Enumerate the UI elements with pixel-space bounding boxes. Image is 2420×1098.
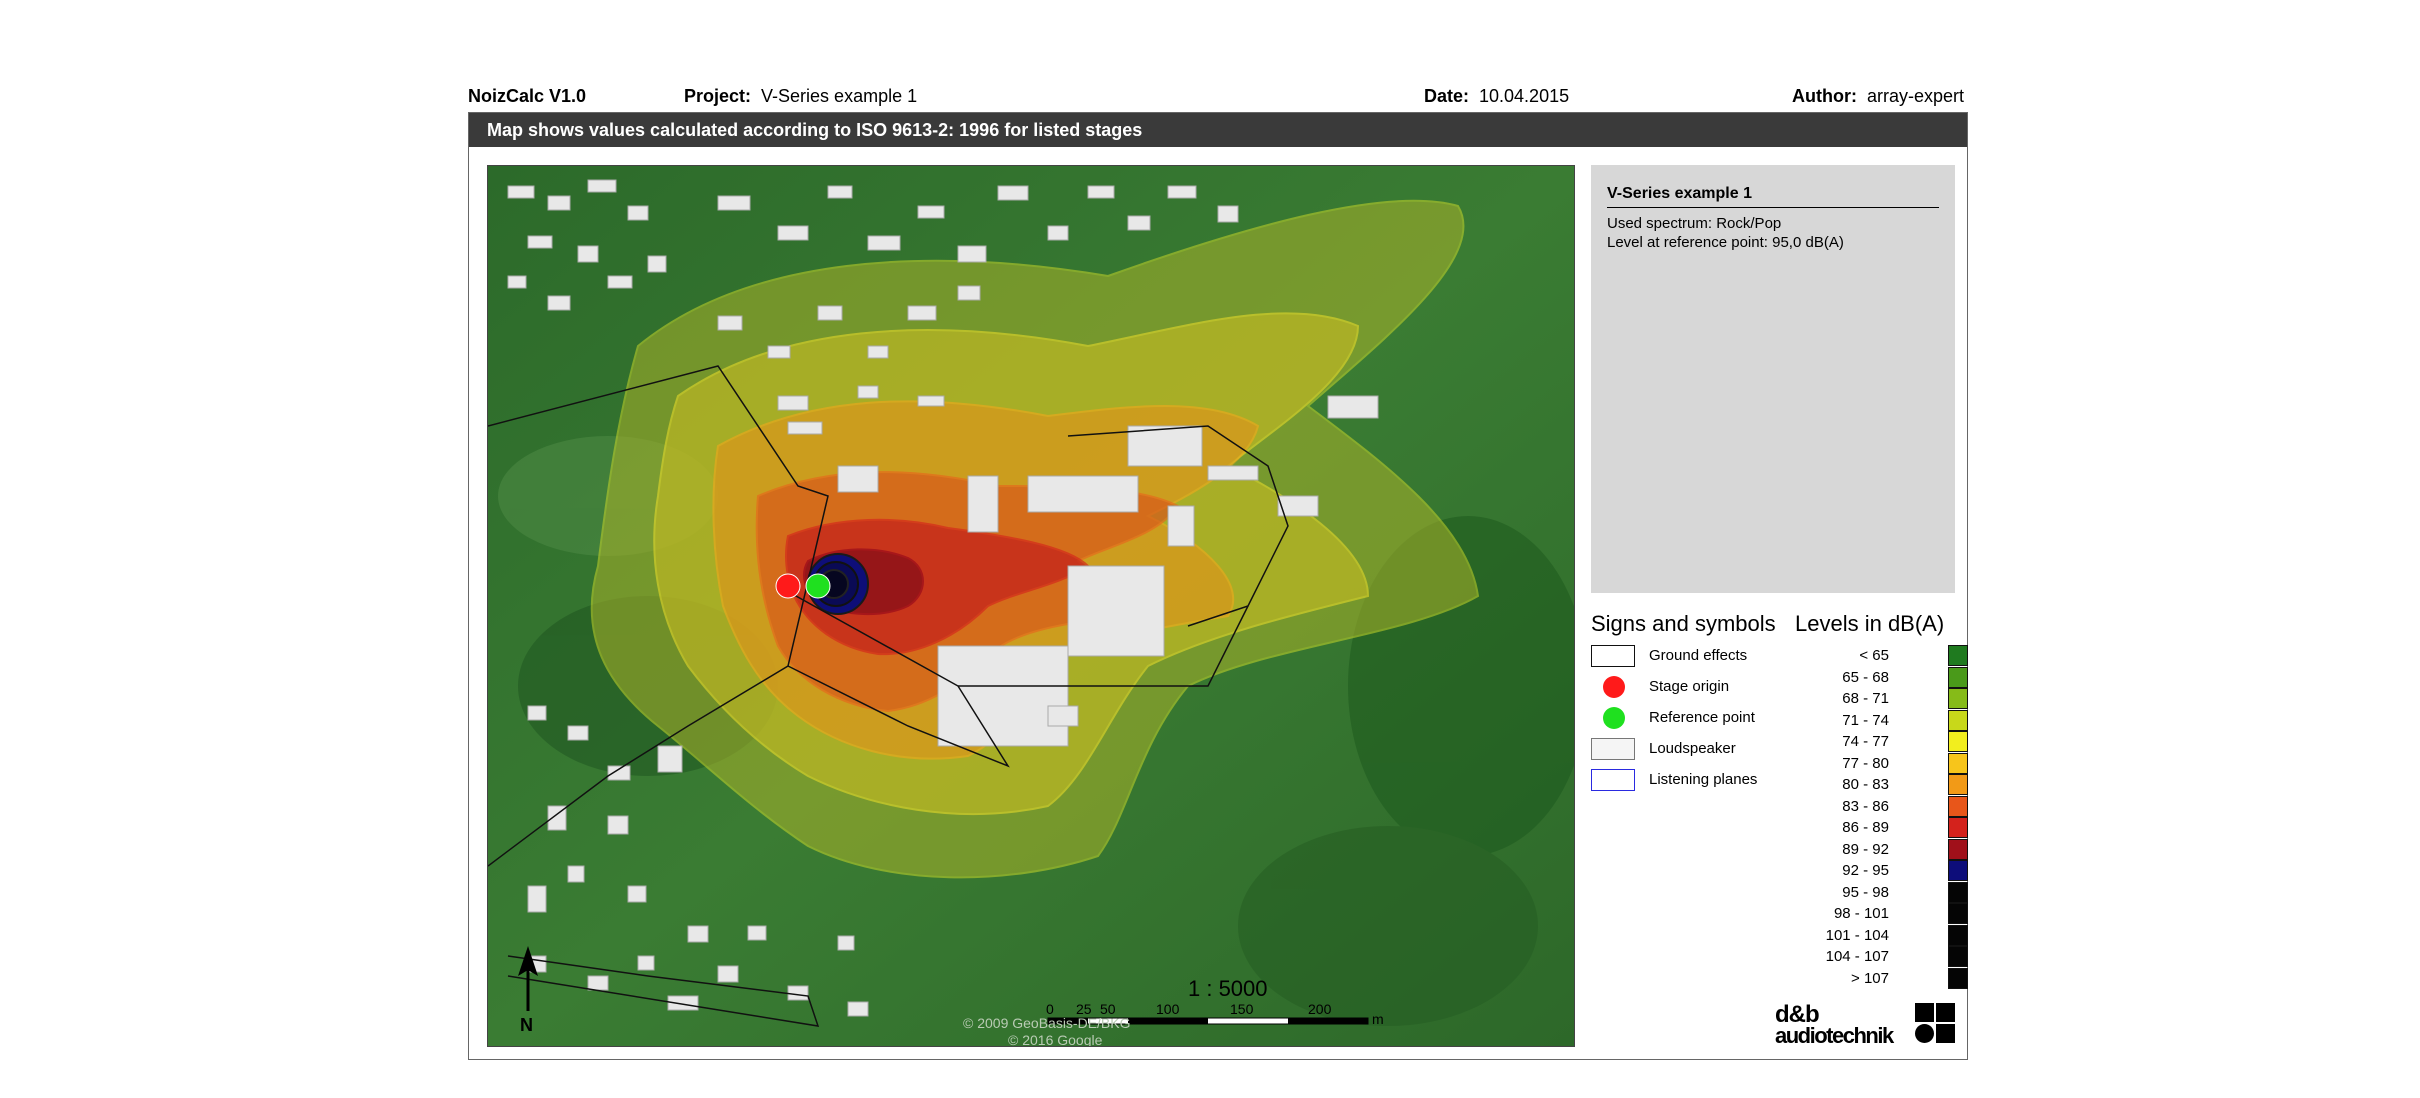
info-spectrum: Used spectrum: Rock/Pop bbox=[1607, 214, 1939, 233]
loudspeaker-label: Loudspeaker bbox=[1649, 740, 1736, 757]
info-reference: Level at reference point: 95,0 dB(A) bbox=[1607, 233, 1939, 252]
level-label: 77 - 80 bbox=[1842, 754, 1889, 772]
reference-label: Level at reference point: bbox=[1607, 234, 1768, 251]
date-field: Date: 10.04.2015 bbox=[1424, 86, 1569, 107]
author-field: Author: array-expert bbox=[1792, 86, 1964, 107]
level-label: 104 - 107 bbox=[1825, 948, 1889, 965]
level-label: 74 - 77 bbox=[1842, 733, 1889, 750]
level-label: 95 - 98 bbox=[1842, 883, 1889, 901]
level-swatch bbox=[1948, 752, 1968, 774]
author-label: Author: bbox=[1792, 86, 1857, 106]
level-swatch bbox=[1948, 774, 1968, 795]
stage-origin-label: Stage origin bbox=[1649, 678, 1730, 695]
scale-tick-200: 200 bbox=[1308, 1001, 1332, 1017]
reference-point-label: Reference point bbox=[1649, 709, 1755, 726]
scale-ratio: 1 : 5000 bbox=[1188, 976, 1268, 1001]
level-label: 83 - 86 bbox=[1842, 797, 1889, 815]
level-swatch bbox=[1948, 924, 1968, 946]
app-name: NoizCalc V1.0 bbox=[468, 86, 587, 106]
level-label: > 107 bbox=[1851, 969, 1889, 987]
scale-unit: m bbox=[1372, 1011, 1384, 1027]
level-swatch bbox=[1948, 817, 1968, 838]
level-label: 89 - 92 bbox=[1842, 840, 1889, 858]
level-label: 101 - 104 bbox=[1825, 926, 1889, 944]
copyright-geobasis: © 2009 GeoBasis-DE/BKG bbox=[963, 1015, 1131, 1031]
level-swatch bbox=[1948, 903, 1968, 924]
reference-point-swatch bbox=[1603, 707, 1625, 729]
project-value: V-Series example 1 bbox=[761, 86, 918, 106]
loudspeaker-swatch bbox=[1591, 738, 1635, 760]
info-title: V-Series example 1 bbox=[1607, 185, 1939, 208]
level-swatch bbox=[1948, 838, 1968, 860]
logo-mark-icon bbox=[1915, 1003, 1955, 1043]
level-label: 98 - 101 bbox=[1833, 905, 1889, 922]
noise-map[interactable]: N 1 : 5000 0 25 50 100 150 200 m © 2009 … bbox=[487, 165, 1575, 1047]
scale-tick-100: 100 bbox=[1156, 1001, 1180, 1017]
levels-title: Levels in dB(A) bbox=[1795, 611, 1945, 636]
level-swatch bbox=[1948, 688, 1968, 709]
symbols-title: Signs and symbols bbox=[1591, 611, 1776, 636]
reference-value: 95,0 dB(A) bbox=[1772, 234, 1844, 251]
level-label: 80 - 83 bbox=[1842, 776, 1889, 793]
listening-planes-label: Listening planes bbox=[1649, 771, 1758, 788]
level-swatch bbox=[1948, 860, 1968, 881]
level-label: 65 - 68 bbox=[1842, 668, 1889, 686]
level-label: 92 - 95 bbox=[1842, 862, 1889, 879]
spectrum-value: Rock/Pop bbox=[1716, 215, 1782, 232]
level-label: 71 - 74 bbox=[1842, 711, 1889, 729]
report-frame: Map shows values calculated according to… bbox=[468, 112, 1968, 1060]
north-label: N bbox=[520, 1015, 533, 1035]
banner: Map shows values calculated according to… bbox=[469, 113, 1967, 147]
level-swatch bbox=[1948, 795, 1968, 817]
level-swatch bbox=[1948, 967, 1968, 989]
map-canvas: N 1 : 5000 0 25 50 100 150 200 m © 2009 … bbox=[488, 166, 1574, 1047]
stage-origin-marker[interactable] bbox=[775, 573, 801, 599]
date-value: 10.04.2015 bbox=[1479, 86, 1570, 106]
author-value: array-expert bbox=[1866, 86, 1965, 106]
spectrum-label: Used spectrum: bbox=[1607, 215, 1713, 232]
copyright-google: © 2016 Google bbox=[1008, 1032, 1103, 1047]
level-label: 86 - 89 bbox=[1842, 819, 1889, 836]
level-swatch bbox=[1948, 666, 1968, 688]
level-label: 68 - 71 bbox=[1842, 690, 1889, 707]
level-label: < 65 bbox=[1859, 647, 1889, 664]
level-swatch bbox=[1948, 946, 1968, 967]
stage-origin-swatch bbox=[1603, 676, 1625, 698]
ground-effects-label: Ground effects bbox=[1649, 647, 1748, 664]
level-swatch bbox=[1948, 645, 1968, 666]
level-swatch bbox=[1948, 709, 1968, 731]
project-field: Project: V-Series example 1 bbox=[684, 86, 917, 107]
reference-point-marker[interactable] bbox=[805, 573, 831, 599]
ground-effects-swatch bbox=[1591, 645, 1635, 667]
level-swatch bbox=[1948, 731, 1968, 752]
date-label: Date: bbox=[1424, 86, 1470, 106]
level-swatch bbox=[1948, 881, 1968, 903]
info-box: V-Series example 1 Used spectrum: Rock/P… bbox=[1591, 165, 1955, 593]
scale-tick-150: 150 bbox=[1230, 1001, 1254, 1017]
project-label: Project: bbox=[684, 86, 752, 106]
listening-planes-swatch bbox=[1591, 769, 1635, 791]
